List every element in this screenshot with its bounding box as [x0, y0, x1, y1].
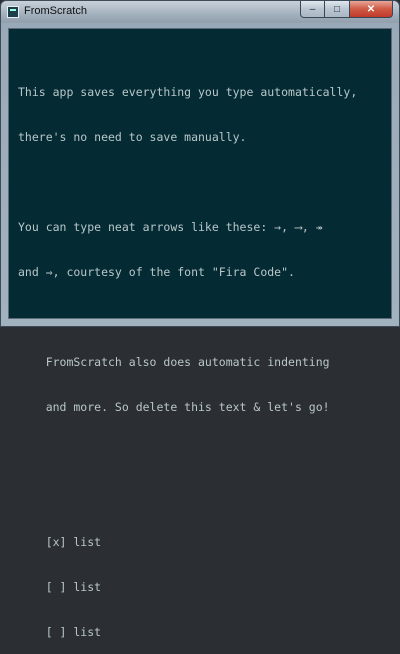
editor-line: there's no need to save manually. [18, 130, 247, 144]
title-bar[interactable]: FromScratch – □ ✕ [1, 1, 399, 23]
app-icon [7, 6, 19, 18]
window-title: FromScratch [24, 5, 87, 17]
editor-line: You can type neat arrows like these: →, … [18, 220, 323, 234]
window-controls: – □ ✕ [300, 1, 393, 19]
checklist-item: [ ] list [18, 580, 102, 594]
text-editor[interactable]: This app saves everything you type autom… [18, 55, 392, 654]
editor-line: FromScratch also does automatic indentin… [18, 355, 330, 369]
editor-line: and more. So delete this text & let's go… [18, 400, 330, 414]
close-button[interactable]: ✕ [350, 1, 393, 18]
editor-line: and ⇒, courtesy of the font "Fira Code". [18, 265, 295, 279]
checklist-item: [x] list [18, 535, 102, 549]
checklist-item: [ ] list [18, 625, 102, 639]
minimize-button[interactable]: – [300, 1, 325, 18]
editor-line: This app saves everything you type autom… [18, 85, 358, 99]
maximize-button[interactable]: □ [325, 1, 350, 18]
